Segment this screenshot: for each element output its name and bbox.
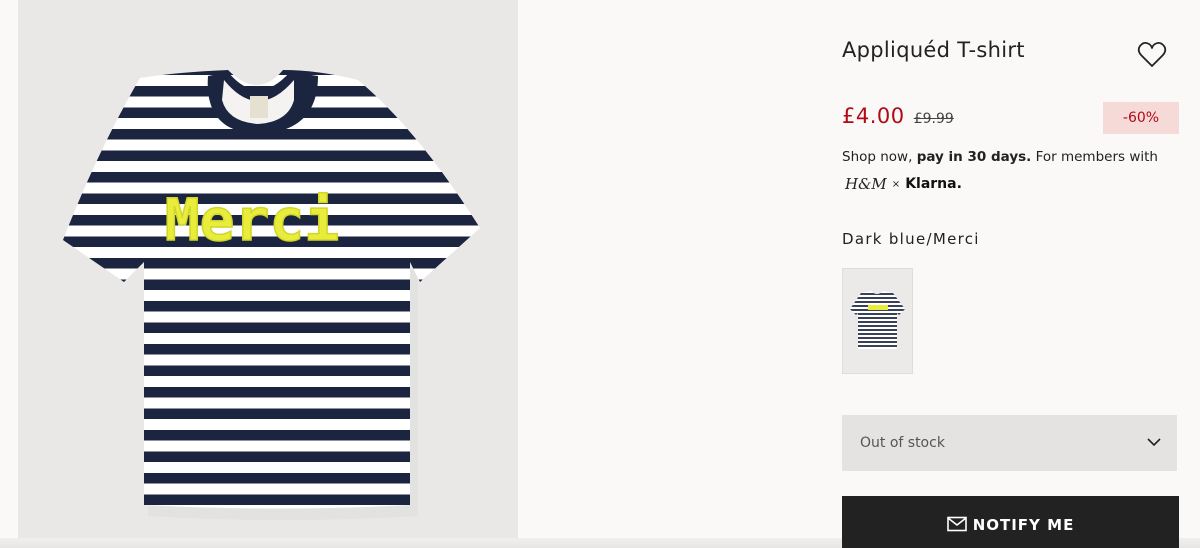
color-swatch[interactable] [842, 268, 913, 374]
klarna-logo: Klarna. [905, 176, 962, 192]
size-select[interactable]: Out of stock [842, 415, 1177, 471]
product-title: Appliquéd T-shirt [842, 38, 1025, 62]
notify-me-label: NOTIFY ME [972, 516, 1075, 534]
heart-icon [1137, 41, 1167, 67]
chevron-down-icon [1147, 438, 1161, 447]
swatch-thumbnail [850, 291, 905, 349]
klarna-message: Shop now, pay in 30 days. For members wi… [842, 149, 1158, 165]
product-image[interactable]: Merci [18, 0, 518, 540]
discount-badge: -60% [1103, 102, 1179, 134]
applique-text: Merci [165, 186, 340, 254]
hm-logo: H&M [845, 175, 887, 193]
times-symbol: × [891, 178, 901, 190]
current-price: £4.00 [842, 104, 905, 128]
tshirt-illustration: Merci [63, 70, 480, 520]
size-select-value: Out of stock [860, 435, 945, 451]
color-name: Dark blue/Merci [842, 230, 980, 248]
klarna-text-suffix: For members with [1031, 149, 1158, 165]
page-margin [0, 0, 18, 548]
envelope-icon [946, 516, 967, 532]
notify-me-button[interactable]: NOTIFY ME [842, 496, 1179, 548]
klarna-text-bold: pay in 30 days. [916, 149, 1032, 165]
price-row: £4.00 £9.99 [842, 104, 954, 128]
favourite-button[interactable] [1137, 40, 1167, 70]
original-price: £9.99 [913, 111, 954, 127]
product-page: Merci Appliquéd T-shirt £4.00 £9.99 -60%… [0, 0, 1200, 548]
klarna-text-prefix: Shop now, [842, 149, 917, 165]
klarna-logos: H&M × Klarna. [845, 175, 962, 193]
